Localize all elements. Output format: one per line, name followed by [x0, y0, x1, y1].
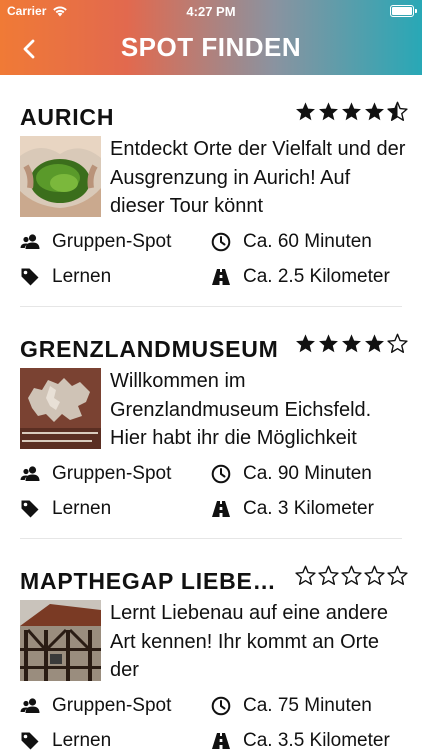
category-label: Lernen [52, 266, 112, 287]
road-icon [212, 501, 230, 517]
star-filled-icon [342, 102, 361, 121]
star-empty-icon [295, 565, 316, 585]
distance-info: Ca. 3.5 Kilometer [211, 730, 390, 750]
duration-label: Ca. 90 Minuten [243, 463, 372, 484]
category-info: Lernen [20, 498, 111, 520]
group-info: Gruppen-Spot [20, 695, 171, 717]
group-label: Gruppen-Spot [52, 695, 172, 716]
group-label: Gruppen-Spot [52, 463, 172, 484]
europe-sign-photo [20, 368, 101, 449]
duration-label: Ca. 75 Minuten [243, 695, 372, 716]
group-label: Gruppen-Spot [52, 231, 172, 252]
spot-card-aurich[interactable]: AURICH Entdeckt Orte der Vielfalt und de… [0, 75, 422, 307]
clock-icon [211, 464, 231, 484]
star-empty-icon [318, 565, 339, 585]
category-info: Lernen [20, 730, 111, 750]
status-bar: Carrier 4:27 PM [0, 0, 422, 22]
spot-image-europe-sign[interactable] [20, 368, 101, 449]
page-title: SPOT FINDEN [120, 32, 302, 62]
spot-name: AURICH [20, 104, 115, 130]
clock-icon [211, 232, 231, 252]
category-info: Lernen [20, 266, 111, 288]
spot-card-mapthegap[interactable]: MAPTHEGAP LIEBENAU Lernt Liebenau auf ei… [0, 539, 422, 750]
spot-description: Willkommen im Grenzlandmuseum Eichsfeld.… [110, 370, 372, 449]
users-icon [20, 234, 40, 249]
status-time: 4:27 PM [186, 4, 236, 19]
star-empty-icon [364, 565, 385, 585]
distance-label: Ca. 3 Kilometer [243, 498, 374, 519]
tag-icon [21, 500, 39, 518]
header-bar: Carrier 4:27 PM SPOT FINDEN [0, 0, 422, 75]
spot-image-timber-house[interactable] [20, 600, 101, 681]
category-label: Lernen [52, 730, 112, 750]
star-empty-icon [387, 333, 408, 353]
spot-description: Entdeckt Orte der Vielfalt und der Ausgr… [110, 138, 406, 217]
timber-house-photo [20, 600, 101, 681]
road-icon [212, 733, 230, 749]
star-filled-icon [342, 334, 361, 353]
duration-info: Ca. 75 Minuten [211, 695, 372, 717]
category-label: Lernen [52, 498, 112, 519]
spot-description: Lernt Liebenau auf eine andere Art kenne… [110, 602, 389, 681]
star-half-icon [387, 101, 408, 121]
star-filled-icon [365, 334, 384, 353]
star-filled-icon [296, 334, 315, 353]
tag-icon [21, 268, 39, 286]
star-empty-icon [341, 565, 362, 585]
duration-info: Ca. 60 Minuten [211, 231, 372, 253]
users-icon [20, 698, 40, 713]
group-info: Gruppen-Spot [20, 463, 171, 485]
duration-info: Ca. 90 Minuten [211, 463, 372, 485]
star-filled-icon [296, 102, 315, 121]
tag-icon [21, 732, 39, 750]
rating-stars [295, 101, 408, 122]
clock-icon [211, 696, 231, 716]
distance-label: Ca. 3.5 Kilometer [243, 730, 390, 750]
rating-stars [295, 333, 408, 354]
distance-label: Ca. 2.5 Kilometer [243, 266, 390, 287]
spot-image-hands-grass[interactable] [20, 136, 101, 217]
star-filled-icon [365, 102, 384, 121]
spot-name: MAPTHEGAP LIEBENAU [20, 568, 282, 594]
hands-grass-photo [20, 136, 101, 217]
distance-info: Ca. 2.5 Kilometer [211, 266, 390, 288]
distance-info: Ca. 3 Kilometer [211, 498, 374, 520]
spot-name: GRENZLANDMUSEUM [20, 336, 279, 362]
spot-card-grenzlandmuseum[interactable]: GRENZLANDMUSEUM Willkommen im Grenzlandm… [0, 307, 422, 539]
star-filled-icon [319, 102, 338, 121]
road-icon [212, 269, 230, 285]
star-empty-icon [387, 565, 408, 585]
battery-icon [390, 5, 417, 17]
rating-stars [295, 565, 408, 586]
group-info: Gruppen-Spot [20, 231, 171, 253]
duration-label: Ca. 60 Minuten [243, 231, 372, 252]
star-filled-icon [319, 334, 338, 353]
users-icon [20, 466, 40, 481]
